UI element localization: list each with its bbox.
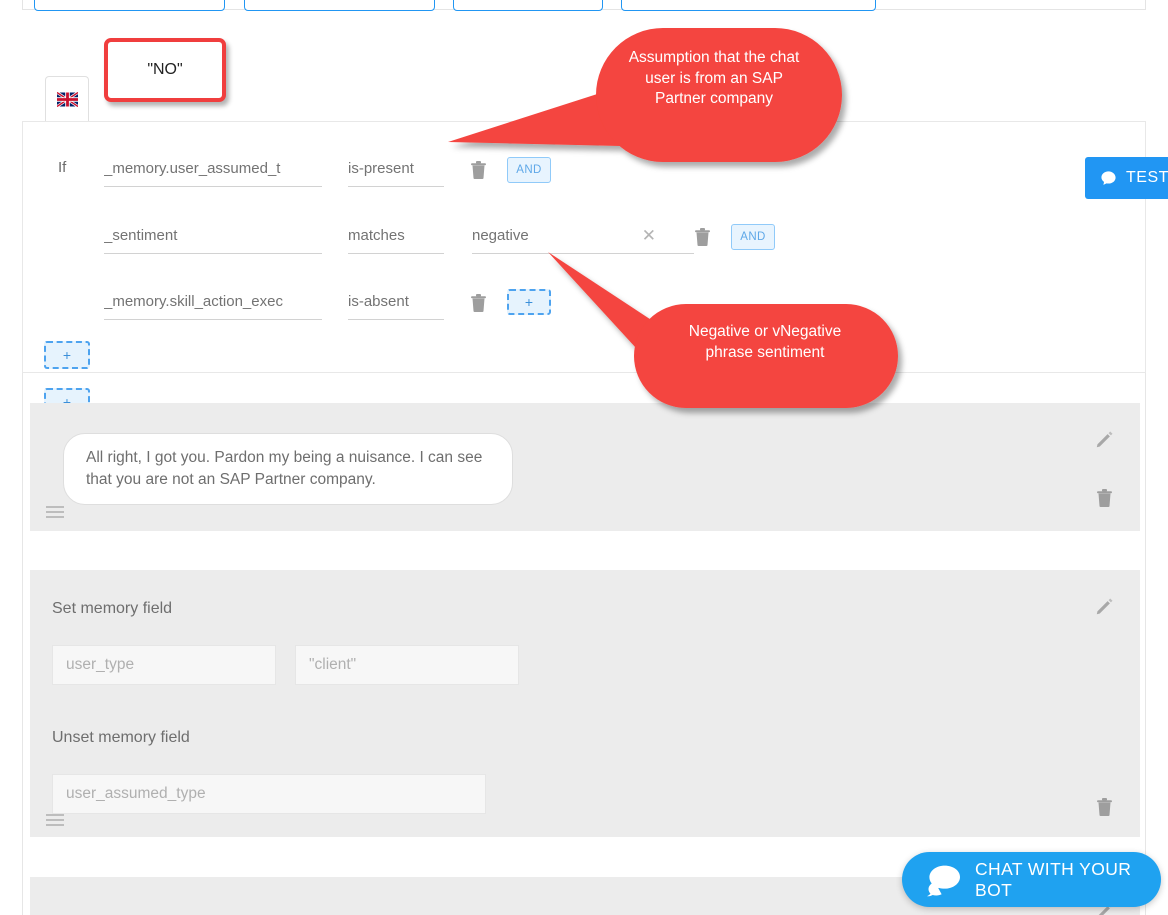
chat-bubble-icon: [927, 865, 960, 896]
condition-key-input[interactable]: _memory.user_assumed_t: [104, 151, 322, 187]
condition-key-input[interactable]: _memory.skill_action_exec: [104, 284, 322, 320]
set-memory-value-placeholder: "client": [309, 656, 357, 673]
language-tab-english[interactable]: [45, 76, 89, 122]
set-memory-key-placeholder: user_type: [66, 656, 135, 673]
chat-widget-label: CHAT WITH YOUR BOT: [975, 858, 1132, 900]
unset-memory-key-input[interactable]: user_assumed_type: [52, 774, 486, 814]
condition-value-text: negative: [472, 227, 529, 244]
set-memory-value-input[interactable]: "client": [295, 645, 519, 685]
top-toolbar: [22, 0, 1146, 11]
callout-2-label: Negative or vNegative phrase sentiment: [688, 323, 842, 361]
condition-row: _memory.user_assumed_t is-present AND: [0, 151, 1124, 187]
section-left-rule: [22, 373, 23, 915]
toolbar-chip-2[interactable]: [244, 0, 435, 11]
delete-condition-button[interactable]: [695, 228, 710, 246]
callout-1-label: Assumption that the chat user is from an…: [628, 49, 800, 108]
message-bubble[interactable]: All right, I got you. Pardon my being a …: [63, 433, 513, 505]
chat-with-your-bot-button[interactable]: CHAT WITH YOUR BOT: [902, 852, 1161, 907]
toolbar-chip-3[interactable]: [453, 0, 603, 11]
condition-row: _memory.skill_action_exec is-absent +: [0, 284, 1124, 320]
condition-operator-select[interactable]: is-present: [348, 151, 444, 187]
message-text: All right, I got you. Pardon my being a …: [86, 449, 483, 488]
add-condition-group-button[interactable]: +: [44, 341, 90, 369]
app-root: If _memory.user_assumed_t is-present AND…: [0, 0, 1168, 915]
unset-memory-key-placeholder: user_assumed_type: [66, 785, 206, 802]
section-right-rule: [1145, 373, 1146, 915]
toolbar-chip-1[interactable]: [34, 0, 225, 11]
chat-bubble-icon: [1101, 170, 1116, 185]
delete-condition-button[interactable]: [471, 161, 486, 179]
test-button[interactable]: TEST: [1085, 157, 1168, 199]
delete-memory-button[interactable]: [1097, 798, 1112, 816]
message-action-card: All right, I got you. Pardon my being a …: [30, 403, 1140, 531]
condition-operator-select[interactable]: matches: [348, 218, 444, 254]
delete-condition-button[interactable]: [471, 294, 486, 312]
condition-connector-and[interactable]: AND: [507, 157, 551, 183]
condition-connector-and[interactable]: AND: [731, 224, 775, 250]
no-annotation-box: "NO": [104, 38, 226, 102]
set-memory-key-input[interactable]: user_type: [52, 645, 276, 685]
uk-flag-icon: [56, 92, 78, 107]
close-icon[interactable]: ✕: [642, 227, 656, 244]
condition-operator-select[interactable]: is-absent: [348, 284, 444, 320]
set-memory-field-label: Set memory field: [52, 600, 173, 617]
delete-message-button[interactable]: [1097, 489, 1112, 507]
condition-value-input[interactable]: negative ✕: [472, 218, 694, 254]
condition-row: _sentiment matches negative ✕ AND: [0, 218, 1124, 254]
drag-handle-icon[interactable]: [46, 814, 64, 826]
add-condition-button[interactable]: +: [507, 289, 551, 315]
memory-action-card: Set memory field user_type "client" Unse…: [30, 570, 1140, 837]
edit-memory-button[interactable]: [1096, 598, 1113, 615]
test-button-label: TEST: [1126, 169, 1168, 186]
condition-key-input[interactable]: _sentiment: [104, 218, 322, 254]
edit-message-button[interactable]: [1096, 431, 1113, 448]
unset-memory-field-label: Unset memory field: [52, 729, 190, 746]
drag-handle-icon[interactable]: [46, 506, 64, 518]
toolbar-chip-4[interactable]: [621, 0, 876, 11]
